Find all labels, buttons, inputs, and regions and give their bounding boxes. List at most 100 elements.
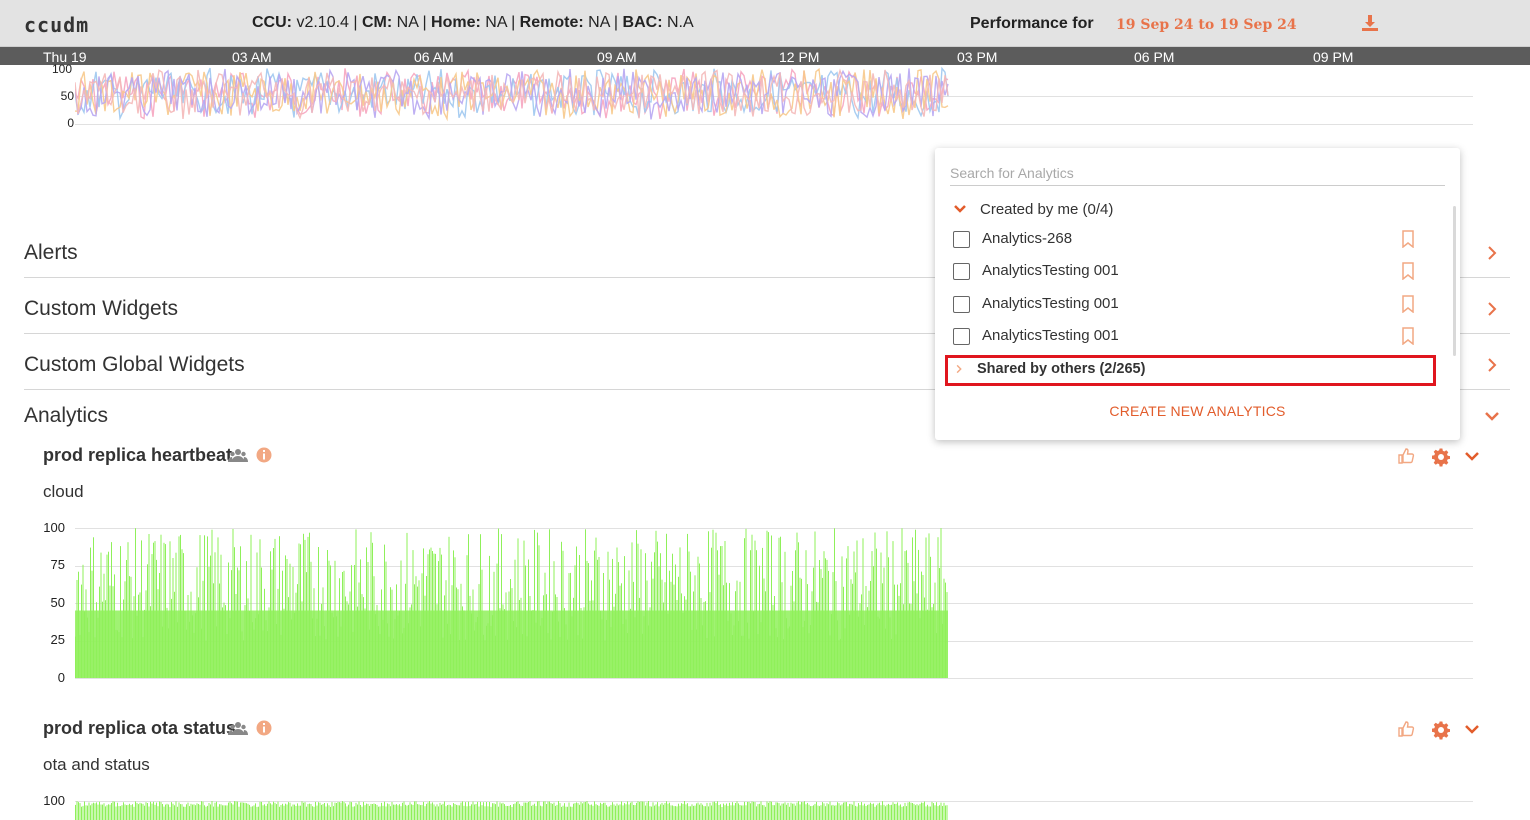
- chart-bar: [205, 640, 207, 678]
- chart-bar: [574, 565, 576, 678]
- chevron-right-icon[interactable]: [1486, 301, 1498, 317]
- chart-bar: [349, 591, 351, 678]
- chart-bar: [465, 802, 466, 820]
- chart-bar: [438, 806, 439, 820]
- chart-bar: [660, 804, 661, 820]
- chart-bar: [655, 530, 657, 678]
- analytics-list-item[interactable]: AnalyticsTesting 001: [953, 293, 1423, 317]
- chart-bar: [552, 611, 553, 678]
- item-checkbox[interactable]: [953, 328, 970, 345]
- chart-bar: [370, 803, 372, 820]
- chart-bar: [606, 620, 607, 678]
- chart-bar: [700, 803, 702, 820]
- analytics-list-item[interactable]: AnalyticsTesting 001: [953, 325, 1423, 349]
- chevron-right-icon[interactable]: [1486, 357, 1498, 373]
- chart-bar: [351, 565, 352, 678]
- chevron-down-icon[interactable]: [953, 202, 967, 216]
- chart-bar: [831, 805, 832, 820]
- chevron-right-icon[interactable]: [1486, 245, 1498, 261]
- chart-bar: [453, 803, 454, 820]
- chart-bar: [892, 541, 894, 678]
- chart-bar: [544, 572, 546, 678]
- info-icon[interactable]: [254, 445, 274, 465]
- chart-bar: [469, 595, 471, 678]
- chart-bar: [174, 591, 175, 678]
- panel-scrollbar[interactable]: [1453, 206, 1456, 356]
- chart-bar: [283, 805, 285, 820]
- chart-bar: [910, 802, 912, 820]
- chart-bar: [778, 537, 780, 678]
- chart-bar: [685, 599, 687, 678]
- chart-bar: [576, 546, 577, 678]
- chart-bar: [399, 610, 400, 678]
- chart-bar: [385, 806, 387, 820]
- chart-bar: [639, 801, 640, 820]
- chart-bar: [625, 804, 627, 820]
- chart-bar: [193, 804, 195, 820]
- chart-bar: [865, 586, 867, 678]
- chart-bar: [384, 544, 385, 678]
- chart-bar: [78, 802, 79, 820]
- chart-bar: [639, 597, 640, 678]
- chart-bar: [180, 804, 181, 820]
- chart-bar: [142, 803, 144, 820]
- chart-bar: [783, 803, 784, 820]
- chart-bar: [181, 549, 183, 678]
- chart-bar: [462, 606, 463, 678]
- chart-y-tick: 100: [43, 793, 65, 808]
- chart-bar: [622, 805, 624, 820]
- chart-bar: [886, 531, 888, 678]
- bookmark-icon[interactable]: [1401, 262, 1415, 280]
- chart-bar: [823, 551, 825, 678]
- chart-bar: [822, 577, 823, 678]
- chart-bar: [853, 551, 855, 678]
- chart-bar: [597, 805, 598, 820]
- chart-bar: [193, 632, 195, 678]
- chart-bar: [646, 802, 648, 820]
- create-new-analytics-button[interactable]: CREATE NEW ANALYTICS: [935, 403, 1460, 419]
- chart-bar: [597, 559, 598, 678]
- chart-bar: [631, 542, 633, 678]
- chart-bar: [679, 547, 681, 678]
- chart-bar: [681, 803, 682, 820]
- item-checkbox[interactable]: [953, 263, 970, 280]
- analytics-list-item[interactable]: Analytics-268: [953, 228, 1423, 252]
- chart-bar: [655, 804, 657, 820]
- chevron-down-icon[interactable]: [1462, 719, 1482, 739]
- chart-bar: [261, 567, 262, 678]
- info-icon[interactable]: [254, 718, 274, 738]
- chart-bar: [327, 803, 328, 820]
- chart-bar: [661, 579, 663, 678]
- gear-icon[interactable]: [1431, 447, 1451, 467]
- chart-bar: [336, 803, 337, 820]
- chart-bar: [654, 805, 655, 820]
- bookmark-icon[interactable]: [1401, 327, 1415, 345]
- gear-icon[interactable]: [1431, 720, 1451, 740]
- chart-bar: [472, 801, 474, 820]
- chart-bar: [325, 806, 327, 820]
- time-axis-bar: [0, 47, 1530, 65]
- analytics-list-item[interactable]: AnalyticsTesting 001: [953, 260, 1423, 284]
- chart-bar: [247, 803, 249, 820]
- chart-bar: [159, 573, 160, 678]
- item-checkbox[interactable]: [953, 231, 970, 248]
- chart-bar: [460, 802, 462, 820]
- item-checkbox[interactable]: [953, 296, 970, 313]
- heartbeat-chart: [75, 528, 948, 678]
- chart-bar: [103, 573, 105, 678]
- bookmark-icon[interactable]: [1401, 295, 1415, 313]
- analytics-search-input[interactable]: [950, 160, 1445, 186]
- chart-bar: [345, 596, 346, 678]
- chevron-down-icon[interactable]: [1462, 446, 1482, 466]
- thumbs-up-icon[interactable]: [1396, 446, 1416, 466]
- download-icon[interactable]: [1360, 13, 1380, 33]
- group-created-by-me[interactable]: Created by me (0/4): [953, 201, 1353, 223]
- date-range-picker[interactable]: 19 Sep 24 to 19 Sep 24: [1116, 17, 1297, 33]
- chart-bar: [268, 607, 270, 678]
- bookmark-icon[interactable]: [1401, 230, 1415, 248]
- chart-bar: [754, 802, 756, 820]
- chart-bar: [304, 802, 306, 820]
- chevron-down-icon[interactable]: [1484, 410, 1500, 422]
- item-label: AnalyticsTesting 001: [982, 327, 1119, 344]
- thumbs-up-icon[interactable]: [1396, 719, 1416, 739]
